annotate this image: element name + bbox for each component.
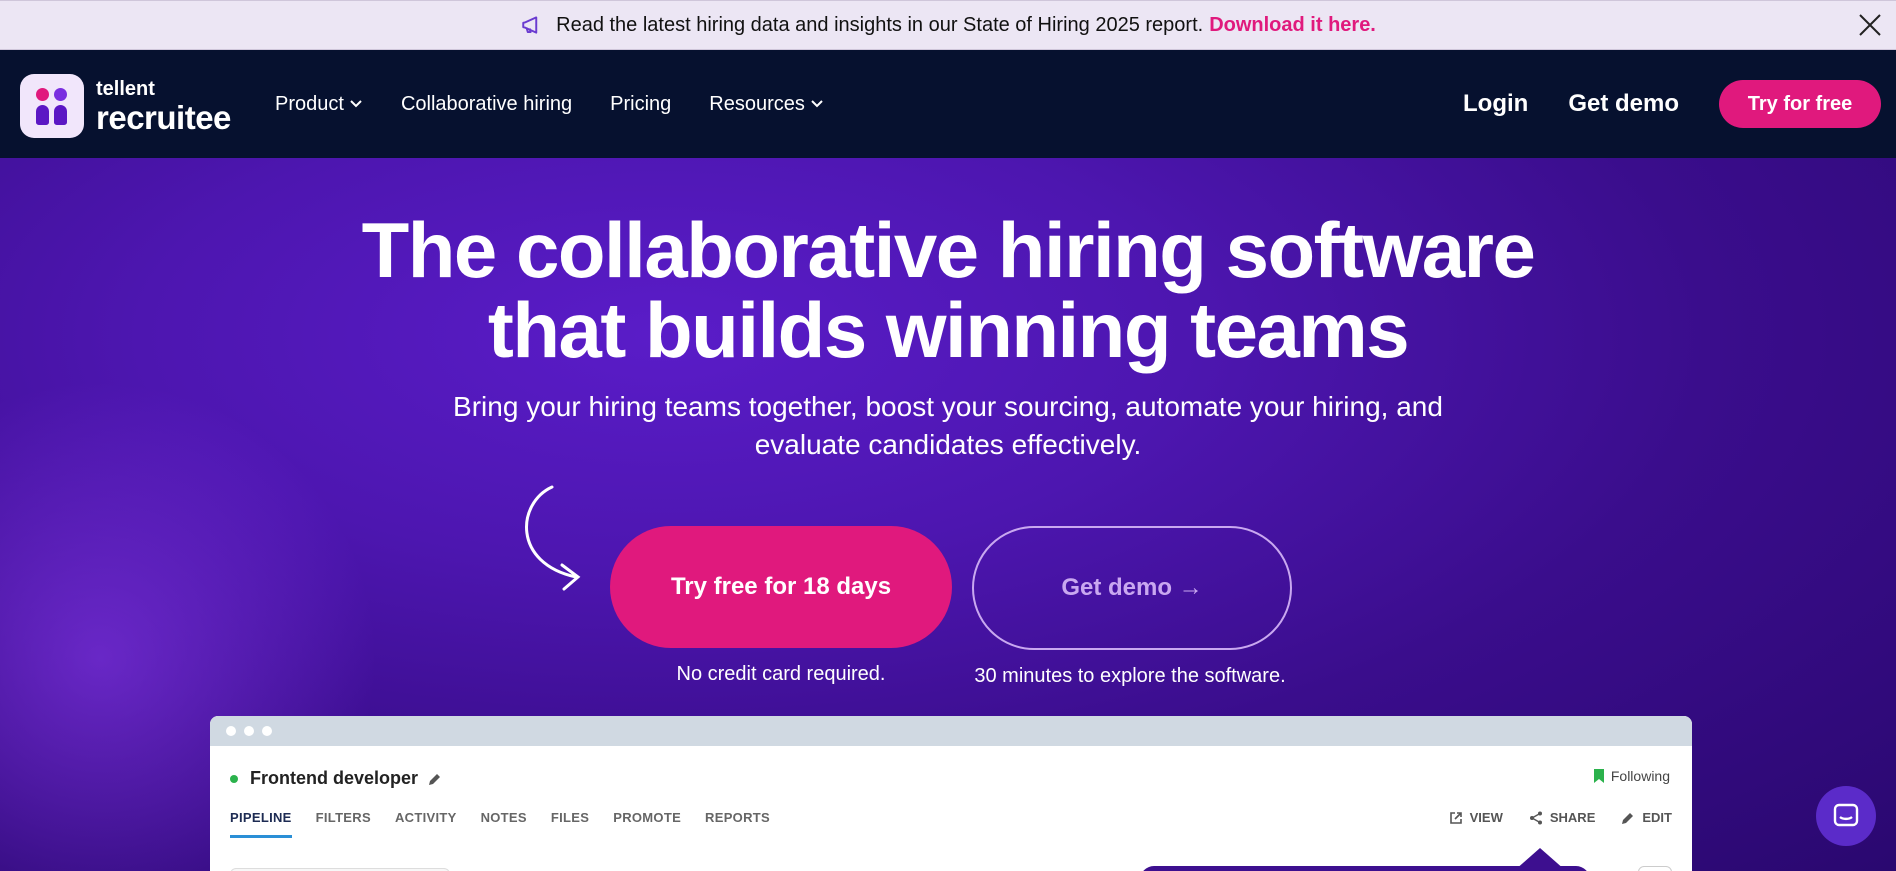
try-free-18-days-button[interactable]: Try free for 18 days (610, 526, 952, 648)
job-title-text: Frontend developer (250, 768, 419, 788)
announcement-bar: Read the latest hiring data and insights… (0, 0, 1896, 50)
preview-actions: VIEW SHARE EDIT (1423, 810, 1672, 825)
view-action: VIEW (1449, 810, 1503, 825)
logo-big-text: recruitee (96, 98, 231, 136)
nav-menu: Product Collaborative hiring Pricing Res… (275, 50, 862, 158)
chat-launcher-button[interactable] (1816, 786, 1876, 846)
hero-subtitle-line-2: evaluate candidates effectively. (754, 429, 1142, 460)
tab-notes: NOTES (480, 810, 527, 825)
main-navigation: tellent recruitee Product Collaborative … (0, 50, 1896, 158)
nav-item-label: Pricing (610, 92, 672, 115)
logo-wordmark: tellent recruitee (96, 79, 231, 134)
nav-item-label: Resources (709, 92, 805, 115)
bookmark-icon (1593, 769, 1604, 783)
job-title: Frontend developer (230, 768, 442, 789)
get-demo-link[interactable]: Get demo (1568, 90, 1679, 118)
edit-action: EDIT (1621, 810, 1672, 825)
chat-icon (1833, 803, 1859, 827)
share-label: SHARE (1549, 810, 1596, 825)
edit-label: EDIT (1642, 810, 1672, 825)
following-badge: Following (1593, 768, 1670, 784)
chevron-down-icon (350, 100, 362, 108)
window-titlebar (210, 716, 1692, 746)
tab-pipeline: PIPELINE (230, 810, 292, 838)
share-action: SHARE (1529, 810, 1596, 825)
tab-promote: PROMOTE (613, 810, 682, 825)
nav-item-resources[interactable]: Resources (709, 93, 824, 116)
hero-subtitle-line-1: Bring your hiring teams together, boost … (453, 391, 1443, 422)
close-announcement-button[interactable] (1852, 7, 1888, 43)
hero-title-line-1: The collaborative hiring software (361, 206, 1536, 294)
get-demo-button[interactable]: Get demo → (972, 526, 1292, 650)
hero-title-line-2: that builds winning teams (487, 286, 1410, 374)
announcement-link[interactable]: Download it here. (1209, 14, 1376, 37)
nav-item-product[interactable]: Product (275, 93, 363, 116)
megaphone-icon (522, 16, 538, 34)
no-credit-card-note: No credit card required. (676, 663, 886, 685)
curved-arrow-icon (525, 485, 581, 591)
nav-actions: Login Get demo Try for free (1463, 50, 1881, 158)
following-label: Following (1610, 768, 1670, 784)
promo-overlay (1140, 866, 1590, 871)
hero-subtitle: Bring your hiring teams together, boost … (420, 388, 1476, 464)
demo-duration-note: 30 minutes to explore the software. (974, 665, 1286, 687)
hero-section: The collaborative hiring software that b… (0, 158, 1896, 871)
tab-activity: ACTIVITY (394, 810, 457, 825)
logo[interactable]: tellent recruitee (20, 74, 231, 138)
tab-filters: FILTERS (315, 810, 371, 825)
pencil-icon (1622, 812, 1634, 824)
pipeline-tabs: PIPELINE FILTERS ACTIVITY NOTES FILES PR… (230, 810, 794, 838)
try-for-free-button[interactable]: Try for free (1719, 80, 1881, 128)
share-icon (1529, 811, 1542, 824)
tab-files: FILES (550, 810, 590, 825)
nav-item-pricing[interactable]: Pricing (610, 93, 671, 116)
login-link[interactable]: Login (1463, 90, 1528, 118)
announcement-text: Read the latest hiring data and insights… (556, 13, 1204, 36)
hero-title: The collaborative hiring software that b… (0, 210, 1896, 370)
chevron-down-icon (811, 100, 823, 108)
close-icon (1859, 14, 1881, 36)
status-dot (230, 774, 238, 783)
app-preview-screenshot: Frontend developer Following PIPELINE FI… (210, 716, 1692, 871)
option-box (1638, 866, 1672, 871)
logo-mark-icon (20, 74, 84, 138)
view-label: VIEW (1469, 810, 1503, 825)
pencil-icon (429, 773, 441, 785)
logo-small-text: tellent (96, 77, 155, 100)
nav-item-label: Product (275, 92, 344, 115)
tab-reports: REPORTS (705, 810, 770, 825)
nav-item-collaborative-hiring[interactable]: Collaborative hiring (401, 93, 572, 116)
nav-item-label: Collaborative hiring (400, 92, 573, 115)
external-link-icon (1449, 811, 1462, 824)
